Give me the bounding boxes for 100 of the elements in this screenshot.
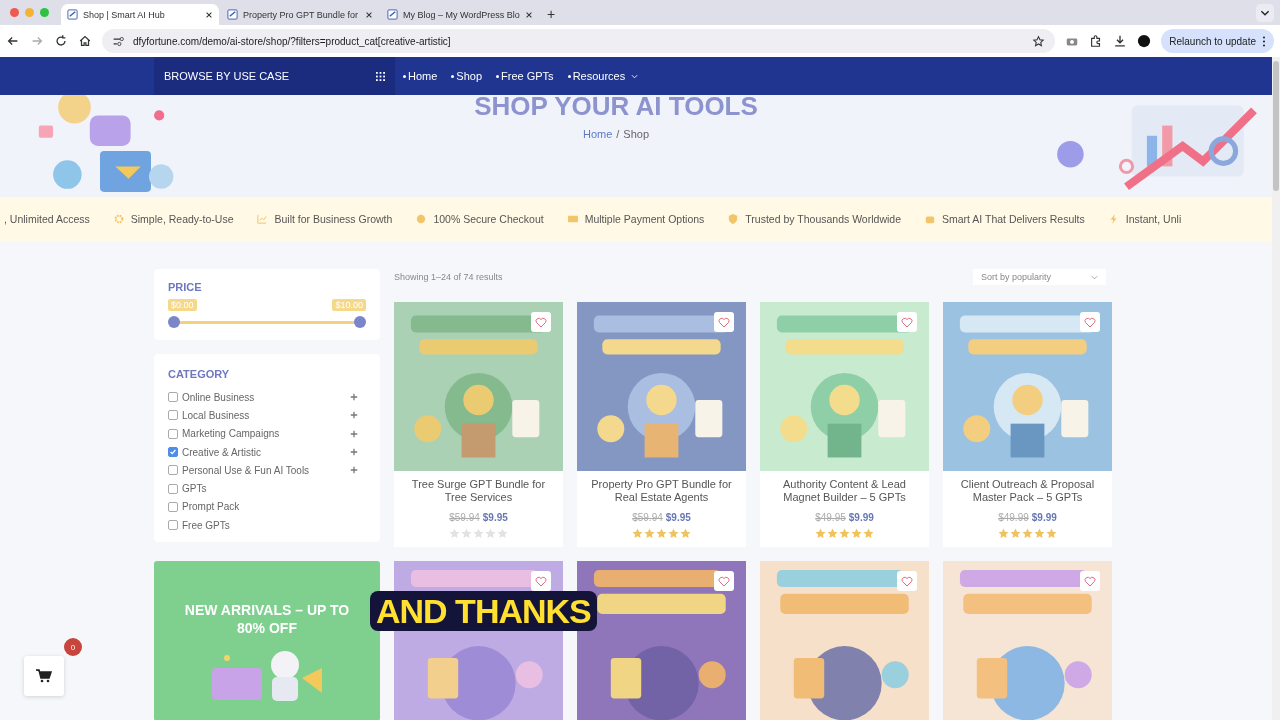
breadcrumb-separator: /: [616, 128, 620, 140]
category-label[interactable]: Online Business: [182, 391, 255, 403]
original-price: $49.95: [815, 512, 846, 523]
expand-icon[interactable]: [350, 466, 358, 475]
bullet-icon: [567, 74, 571, 78]
bullet-icon: [451, 74, 455, 78]
product-card[interactable]: Tree Surge GPT Bundle for Tree Services $59.94 $9.95: [394, 302, 563, 547]
feature-label: Built for Business Growth: [274, 213, 393, 225]
category-label[interactable]: Personal Use & Fun AI Tools: [182, 464, 310, 476]
promo-title: NEW ARRIVALS – UP TO 80% OFF: [183, 601, 351, 637]
product-card[interactable]: Authority Content & Lead Magnet Builder – 5 GPTs $49.95 $9.99: [760, 302, 929, 547]
feature-label: Instant, Unli: [1125, 213, 1182, 225]
coin-icon: [416, 214, 427, 224]
card-icon: [567, 214, 578, 224]
feature-label: Smart AI That Delivers Results: [942, 213, 1085, 225]
tab-title: Shop | Smart AI Hub: [83, 9, 166, 20]
tab-title: My Blog – My WordPress Blo: [403, 9, 520, 20]
breadcrumb-current: Shop: [623, 128, 650, 140]
category-label[interactable]: Free GPTs: [182, 519, 230, 531]
bolt-icon: [1108, 214, 1119, 224]
checkbox[interactable]: [168, 428, 178, 439]
checkbox[interactable]: [168, 447, 178, 458]
browser-tab[interactable]: Property Pro GPT Bundle for: [221, 4, 379, 25]
tab-list-icon[interactable]: [1256, 4, 1274, 22]
filter-title: CATEGORY: [168, 368, 231, 380]
gear-icon: [113, 214, 124, 224]
original-price: $49.99: [998, 512, 1029, 523]
download-icon[interactable]: [1113, 34, 1128, 48]
feature-label: Multiple Payment Options: [584, 213, 705, 225]
checkbox[interactable]: [168, 520, 178, 531]
category-label[interactable]: Marketing Campaigns: [182, 428, 280, 440]
sale-price: $9.95: [482, 512, 508, 523]
grid-icon[interactable]: [376, 71, 385, 81]
category-label[interactable]: Creative & Artistic: [182, 446, 261, 458]
price-tag: $0.00: [168, 299, 197, 311]
star-icon[interactable]: [1032, 34, 1046, 48]
browser-tab[interactable]: Shop | Smart AI Hub: [61, 4, 219, 25]
product-title[interactable]: Client Outreach & Proposal Master Pack – 5 GPTs: [943, 478, 1112, 504]
relaunch-button[interactable]: Relaunch to update: [1161, 29, 1274, 53]
avatar-icon[interactable]: [1137, 34, 1152, 48]
nav-link[interactable]: Home: [408, 70, 438, 82]
expand-icon[interactable]: [350, 429, 358, 438]
bullet-icon: [496, 74, 500, 78]
chart-icon: [257, 214, 268, 224]
scrollbar[interactable]: [1272, 57, 1280, 720]
address-bar[interactable]: dfyfortune.com/demo/ai-store/shop/?filters=product_cat[creative-artistic]: [102, 29, 1056, 53]
page-title: SHOP YOUR AI TOOLS: [474, 91, 758, 122]
checkbox[interactable]: [168, 465, 178, 476]
filter-title: PRICE: [168, 281, 203, 293]
window-close-button[interactable]: [10, 8, 19, 17]
browser-tab[interactable]: My Blog – My WordPress Blo: [381, 4, 539, 25]
reload-icon[interactable]: [54, 34, 68, 48]
more-icon[interactable]: [1262, 35, 1266, 47]
checkbox[interactable]: [168, 501, 178, 512]
checkbox[interactable]: [168, 483, 178, 494]
sale-price: $9.99: [1031, 512, 1057, 523]
nav-link[interactable]: Shop: [456, 70, 483, 82]
expand-icon[interactable]: [350, 411, 358, 420]
site-icon: [387, 9, 398, 20]
feature-label: 100% Secure Checkout: [433, 213, 544, 225]
tab-title: Property Pro GPT Bundle for: [243, 9, 359, 20]
site-settings-icon[interactable]: [112, 34, 125, 48]
video-caption: AND THANKS: [370, 591, 597, 631]
window-zoom-button[interactable]: [40, 8, 49, 17]
category-label[interactable]: Local Business: [182, 409, 250, 421]
new-tab-button[interactable]: +: [541, 6, 562, 25]
home-icon[interactable]: [78, 34, 92, 48]
site-icon: [227, 9, 238, 20]
nav-link[interactable]: Resources: [572, 70, 626, 82]
cart-count-badge: 0: [64, 638, 82, 656]
product-card[interactable]: Property Pro GPT Bundle for Real Estate Agents $59.94 $9.95: [577, 302, 746, 547]
checkbox[interactable]: [168, 410, 178, 421]
product-title[interactable]: Authority Content & Lead Magnet Builder – 5 GPTs: [760, 478, 929, 504]
sale-price: $9.95: [665, 512, 691, 523]
nav-link[interactable]: Free GPTs: [501, 70, 554, 82]
original-price: $59.94: [449, 512, 480, 523]
expand-icon[interactable]: [350, 448, 358, 457]
close-icon[interactable]: [205, 10, 213, 19]
expand-icon[interactable]: [350, 393, 358, 402]
price-tag: $10.00: [332, 299, 366, 311]
cart-icon[interactable]: [36, 669, 52, 683]
sort-dropdown[interactable]: Sort by popularity: [973, 269, 1106, 285]
checkbox[interactable]: [168, 392, 178, 403]
close-icon[interactable]: [525, 10, 533, 19]
url-text: dfyfortune.com/demo/ai-store/shop/?filters=product_cat[creative-artistic]: [133, 35, 451, 47]
category-label[interactable]: GPTs: [182, 483, 207, 495]
breadcrumb-link[interactable]: Home: [582, 128, 613, 140]
close-icon[interactable]: [365, 10, 373, 19]
feature-label: , Unlimited Access: [4, 213, 90, 225]
slider-handle[interactable]: [354, 316, 366, 328]
slider-handle[interactable]: [168, 316, 180, 328]
browse-menu[interactable]: BROWSE BY USE CASE: [154, 57, 395, 95]
cart-button[interactable]: [24, 656, 64, 696]
product-title[interactable]: Tree Surge GPT Bundle for Tree Services: [394, 478, 563, 504]
product-title[interactable]: Property Pro GPT Bundle for Real Estate Agents: [577, 478, 746, 504]
forward-icon[interactable]: [30, 34, 44, 48]
category-label[interactable]: Prompt Pack: [182, 501, 240, 513]
feature-label: Simple, Ready-to-Use: [130, 213, 234, 225]
back-icon[interactable]: [6, 34, 20, 48]
product-card[interactable]: Client Outreach & Proposal Master Pack – 5 GPTs $49.99 $9.99: [943, 302, 1112, 547]
